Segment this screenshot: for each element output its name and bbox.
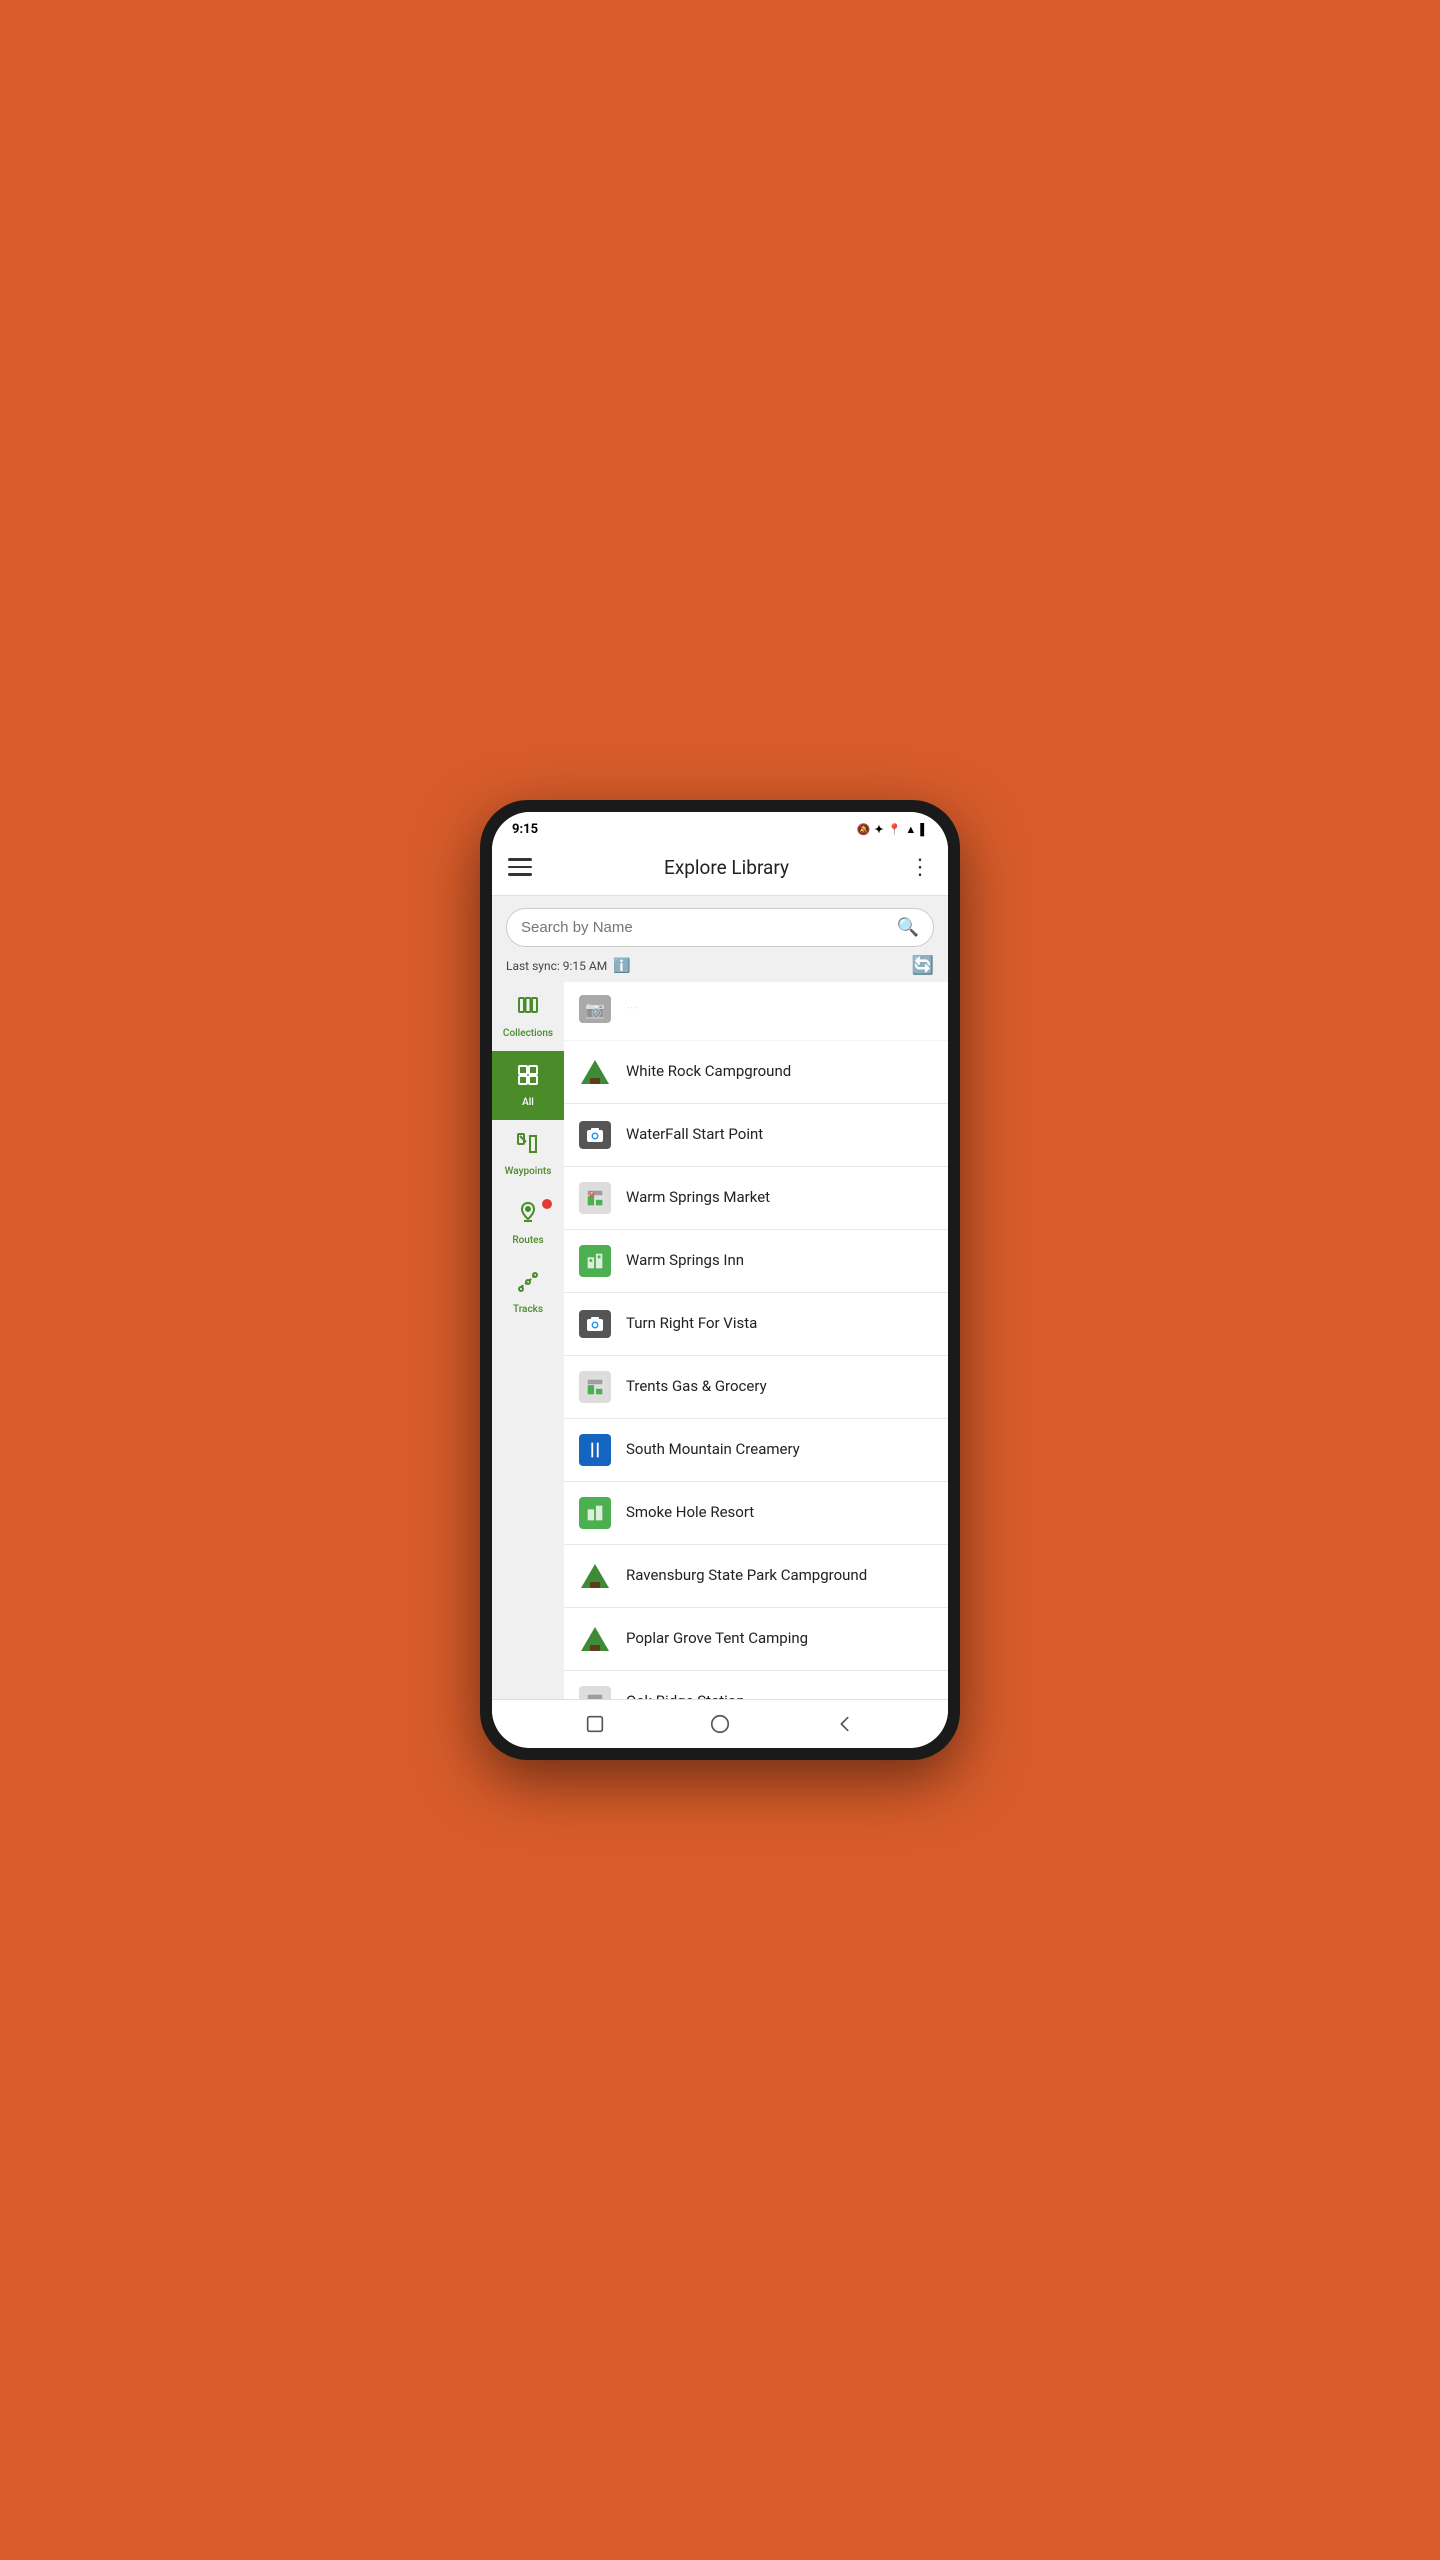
list-item-smoke-hole[interactable]: Smoke Hole Resort — [564, 1482, 948, 1545]
gas-icon — [578, 1370, 612, 1404]
list-item-turn-right[interactable]: Turn Right For Vista — [564, 1293, 948, 1356]
waypoints-label: Waypoints — [505, 1166, 552, 1177]
item-name-trents: Trents Gas & Grocery — [626, 1377, 767, 1397]
hamburger-line-2 — [508, 866, 532, 869]
collections-icon — [516, 994, 540, 1024]
nav-home-button[interactable] — [706, 1710, 734, 1738]
item-name-warm-springs-inn: Warm Springs Inn — [626, 1251, 744, 1271]
status-icons: 🔕 ✦ 📍 ▲ ▌ — [857, 823, 928, 836]
status-bar: 9:15 🔕 ✦ 📍 ▲ ▌ — [492, 812, 948, 841]
inn-icon — [578, 1244, 612, 1278]
menu-button[interactable] — [508, 849, 544, 885]
collections-label: Collections — [503, 1028, 553, 1039]
nav-square-button[interactable] — [581, 1710, 609, 1738]
hamburger-line-3 — [508, 873, 532, 876]
list-item-oak-ridge[interactable]: Oak Ridge Station — [564, 1671, 948, 1699]
inn-box-icon — [579, 1245, 611, 1277]
resort-icon — [578, 1496, 612, 1530]
item-name-turn-right: Turn Right For Vista — [626, 1314, 757, 1334]
battery-icon: ▌ — [920, 823, 928, 836]
sidebar-item-collections[interactable]: Collections — [492, 982, 564, 1051]
partial-icon: 📷 — [578, 992, 612, 1026]
list-item-warm-springs-market[interactable]: ⛽ Warm Springs Market — [564, 1167, 948, 1230]
item-name-waterfall: WaterFall Start Point — [626, 1125, 763, 1145]
gas-icon-2 — [578, 1685, 612, 1699]
camera-box-icon — [579, 1121, 611, 1149]
restaurant-box-icon — [579, 1434, 611, 1466]
all-icon — [516, 1063, 540, 1093]
phone-screen: 9:15 🔕 ✦ 📍 ▲ ▌ Explore Library ⋮ 🔍 — [492, 812, 948, 1748]
more-options-button[interactable]: ⋮ — [909, 855, 932, 880]
partial-list-item[interactable]: 📷 ··· — [564, 982, 948, 1041]
nav-back-button[interactable] — [831, 1710, 859, 1738]
list-item-waterfall[interactable]: WaterFall Start Point — [564, 1104, 948, 1167]
main-content: Collections All — [492, 982, 948, 1699]
bell-icon: 🔕 — [857, 823, 871, 836]
bottom-nav — [492, 1699, 948, 1748]
item-name-ravensburg: Ravensburg State Park Campground — [626, 1566, 867, 1586]
sidebar-item-waypoints[interactable]: Waypoints — [492, 1120, 564, 1189]
sidebar: Collections All — [492, 982, 564, 1699]
list-item-white-rock[interactable]: White Rock Campground — [564, 1041, 948, 1104]
hamburger-line-1 — [508, 858, 532, 861]
bluetooth-icon: ✦ — [874, 823, 883, 836]
list-item-south-mountain[interactable]: South Mountain Creamery — [564, 1419, 948, 1482]
item-name-white-rock: White Rock Campground — [626, 1062, 791, 1082]
routes-label: Routes — [512, 1235, 543, 1246]
triangle-icon — [581, 1060, 609, 1084]
sync-info: Last sync: 9:15 AM ℹ️ — [506, 958, 631, 974]
sync-bar: Last sync: 9:15 AM ℹ️ 🔄 — [492, 947, 948, 982]
gas-box-icon-2 — [579, 1686, 611, 1699]
search-input[interactable] — [521, 919, 889, 936]
resort-box-icon — [579, 1497, 611, 1529]
list-item-ravensburg[interactable]: Ravensburg State Park Campground — [564, 1545, 948, 1608]
item-name-oak-ridge: Oak Ridge Station — [626, 1692, 745, 1699]
list-area: 📷 ··· White Rock Campground — [564, 982, 948, 1699]
item-name-warm-springs-market: Warm Springs Market — [626, 1188, 770, 1208]
sync-label: Last sync: 9:15 AM — [506, 959, 607, 973]
search-area: 🔍 — [492, 896, 948, 947]
camera-icon: 📷 — [579, 995, 611, 1023]
waypoints-icon — [516, 1132, 540, 1162]
camera-box-icon-2 — [579, 1310, 611, 1338]
phone-frame: 9:15 🔕 ✦ 📍 ▲ ▌ Explore Library ⋮ 🔍 — [480, 800, 960, 1760]
sidebar-item-tracks[interactable]: Tracks — [492, 1258, 564, 1327]
restaurant-icon — [578, 1433, 612, 1467]
item-name-smoke-hole: Smoke Hole Resort — [626, 1503, 754, 1523]
search-bar: 🔍 — [506, 908, 934, 947]
list-item-trents[interactable]: Trents Gas & Grocery — [564, 1356, 948, 1419]
store-icon: ⛽ — [578, 1181, 612, 1215]
camera-icon-3 — [578, 1307, 612, 1341]
list-item-warm-springs-inn[interactable]: Warm Springs Inn — [564, 1230, 948, 1293]
routes-icon — [516, 1201, 540, 1231]
campground-icon-2 — [578, 1559, 612, 1593]
gas-box-icon — [579, 1371, 611, 1403]
app-bar: Explore Library ⋮ — [492, 841, 948, 896]
list-item-poplar-grove[interactable]: Poplar Grove Tent Camping — [564, 1608, 948, 1671]
location-icon: 📍 — [888, 823, 902, 836]
refresh-button[interactable]: 🔄 — [912, 955, 934, 976]
app-bar-title: Explore Library — [664, 856, 789, 879]
campground-icon-1 — [578, 1055, 612, 1089]
store-box-icon: ⛽ — [579, 1182, 611, 1214]
item-name-poplar-grove: Poplar Grove Tent Camping — [626, 1629, 808, 1649]
triangle-icon-3 — [581, 1627, 609, 1651]
tracks-label: Tracks — [513, 1304, 543, 1315]
all-label: All — [522, 1097, 534, 1108]
tracks-icon — [516, 1270, 540, 1300]
sidebar-item-all[interactable]: All — [492, 1051, 564, 1120]
search-icon[interactable]: 🔍 — [897, 917, 919, 938]
wifi-icon: ▲ — [905, 823, 916, 836]
partial-item-name: ··· — [626, 999, 638, 1019]
status-time: 9:15 — [512, 822, 538, 837]
info-icon[interactable]: ℹ️ — [613, 958, 630, 974]
item-name-south-mountain: South Mountain Creamery — [626, 1440, 800, 1460]
campground-icon-3 — [578, 1622, 612, 1656]
sidebar-item-routes[interactable]: Routes — [492, 1189, 564, 1258]
routes-badge — [542, 1199, 552, 1209]
camera-icon-2 — [578, 1118, 612, 1152]
triangle-icon-2 — [581, 1564, 609, 1588]
